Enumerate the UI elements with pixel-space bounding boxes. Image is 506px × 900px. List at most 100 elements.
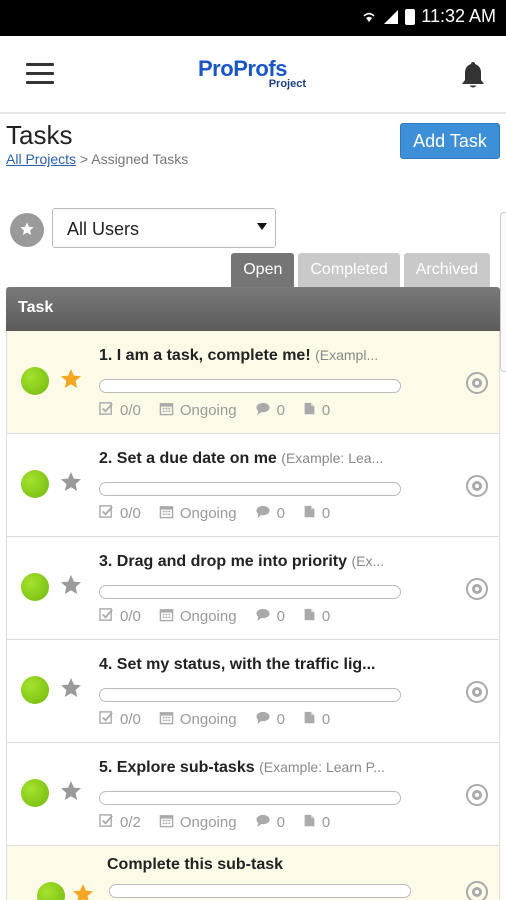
task-due-date-group: Ongoing bbox=[159, 710, 237, 729]
task-checklist-count: 0/0 bbox=[120, 402, 141, 419]
task-comment-count: 0 bbox=[276, 505, 285, 522]
filter-row: All Users bbox=[0, 208, 506, 252]
breadcrumb-separator: > bbox=[79, 151, 89, 167]
star-icon[interactable] bbox=[59, 470, 83, 499]
task-column-header: Task bbox=[18, 299, 54, 316]
status-traffic-light[interactable] bbox=[21, 779, 49, 807]
task-settings-icon[interactable] bbox=[465, 577, 489, 606]
logo-subtitle: Project bbox=[268, 78, 306, 90]
star-icon[interactable] bbox=[59, 779, 83, 808]
file-icon bbox=[303, 710, 316, 729]
proprofs-logo[interactable]: ProProfs Project bbox=[198, 56, 310, 96]
comment-icon bbox=[255, 813, 271, 832]
task-title[interactable]: 3. Drag and drop me into priority (Ex... bbox=[99, 553, 409, 571]
task-project-hint: (Exampl... bbox=[315, 347, 379, 363]
task-comment-count: 0 bbox=[276, 711, 285, 728]
add-task-button[interactable]: Add Task bbox=[400, 123, 500, 159]
status-traffic-light[interactable] bbox=[37, 882, 65, 900]
status-traffic-light[interactable] bbox=[21, 367, 49, 395]
checklist-icon bbox=[99, 813, 114, 832]
file-icon bbox=[303, 607, 316, 626]
task-row[interactable]: 2. Set a due date on me (Example: Lea...… bbox=[6, 434, 500, 537]
task-progress-bar bbox=[99, 688, 401, 702]
task-checklist-count-group: 0/0 bbox=[99, 504, 141, 523]
checklist-icon bbox=[99, 607, 114, 626]
page-header: Tasks All Projects > Assigned Tasks Add … bbox=[0, 116, 506, 176]
bell-icon[interactable] bbox=[460, 60, 486, 90]
task-title[interactable]: 5. Explore sub-tasks (Example: Learn P..… bbox=[99, 759, 409, 777]
status-traffic-light[interactable] bbox=[21, 573, 49, 601]
task-comment-count: 0 bbox=[276, 402, 285, 419]
hamburger-icon[interactable] bbox=[26, 63, 54, 85]
breadcrumb-all-projects-link[interactable]: All Projects bbox=[6, 151, 76, 167]
status-traffic-light[interactable] bbox=[21, 470, 49, 498]
star-icon[interactable] bbox=[59, 676, 83, 705]
task-tabs: Open Completed Archived bbox=[231, 253, 490, 287]
subtask-settings-icon[interactable] bbox=[465, 880, 489, 900]
user-select[interactable]: All Users bbox=[52, 208, 276, 248]
task-file-count-group: 0 bbox=[303, 710, 330, 729]
battery-icon bbox=[405, 8, 416, 25]
tab-completed[interactable]: Completed bbox=[298, 253, 400, 287]
star-icon[interactable] bbox=[59, 573, 83, 602]
favorites-filter-button[interactable] bbox=[10, 213, 44, 247]
status-time: 11:32 AM bbox=[421, 6, 496, 26]
task-progress-bar bbox=[99, 482, 401, 496]
breadcrumb: All Projects > Assigned Tasks bbox=[6, 151, 188, 167]
task-list: 1. I am a task, complete me! (Exampl... 0… bbox=[6, 331, 500, 900]
tab-open[interactable]: Open bbox=[231, 253, 295, 287]
task-checklist-count-group: 0/0 bbox=[99, 607, 141, 626]
task-comment-count-group: 0 bbox=[255, 504, 285, 523]
task-row[interactable]: 4. Set my status, with the traffic lig..… bbox=[6, 640, 500, 743]
task-title[interactable]: 4. Set my status, with the traffic lig..… bbox=[99, 656, 409, 674]
task-comment-count-group: 0 bbox=[255, 401, 285, 420]
task-comment-count: 0 bbox=[276, 814, 285, 831]
task-checklist-count-group: 0/2 bbox=[99, 813, 141, 832]
task-file-count: 0 bbox=[321, 505, 331, 522]
task-meta: 0/0 Ongoing 0 0 bbox=[99, 710, 348, 729]
star-filled-icon[interactable] bbox=[59, 367, 83, 396]
task-progress-bar bbox=[99, 585, 401, 599]
calendar-icon bbox=[159, 401, 174, 420]
task-due-date: Ongoing bbox=[179, 814, 237, 831]
calendar-icon bbox=[159, 504, 174, 523]
star-filled-icon[interactable] bbox=[71, 882, 95, 900]
calendar-icon bbox=[159, 607, 174, 626]
task-due-date-group: Ongoing bbox=[159, 401, 237, 420]
task-due-date: Ongoing bbox=[179, 608, 237, 625]
task-row[interactable]: 5. Explore sub-tasks (Example: Learn P..… bbox=[6, 743, 500, 846]
calendar-icon bbox=[159, 710, 174, 729]
task-project-hint: (Example: Lea... bbox=[281, 450, 384, 466]
task-meta: 0/0 Ongoing 0 0 bbox=[99, 401, 348, 420]
task-meta: 0/0 Ongoing 0 0 bbox=[99, 607, 348, 626]
task-settings-icon[interactable] bbox=[465, 371, 489, 400]
task-file-count-group: 0 bbox=[303, 607, 330, 626]
task-progress-bar bbox=[99, 791, 401, 805]
task-checklist-count: 0/0 bbox=[120, 505, 141, 522]
task-settings-icon[interactable] bbox=[465, 474, 489, 503]
task-file-count: 0 bbox=[321, 711, 331, 728]
task-checklist-count: 0/0 bbox=[120, 711, 141, 728]
task-project-hint: (Example: Learn P... bbox=[259, 759, 385, 775]
file-icon bbox=[303, 401, 316, 420]
task-settings-icon[interactable] bbox=[465, 680, 489, 709]
wifi-icon bbox=[363, 12, 375, 22]
tab-archived[interactable]: Archived bbox=[403, 253, 490, 287]
task-row[interactable]: 1. I am a task, complete me! (Exampl... 0… bbox=[6, 331, 500, 434]
user-select-value: All Users bbox=[67, 219, 140, 239]
subtask-row[interactable]: Complete this sub-task bbox=[6, 846, 500, 900]
task-row[interactable]: 3. Drag and drop me into priority (Ex...… bbox=[6, 537, 500, 640]
task-comment-count: 0 bbox=[276, 608, 285, 625]
calendar-icon bbox=[159, 813, 174, 832]
side-panel-handle[interactable] bbox=[500, 212, 506, 372]
subtask-title[interactable]: Complete this sub-task bbox=[107, 856, 417, 874]
task-title[interactable]: 1. I am a task, complete me! (Exampl... bbox=[99, 347, 409, 365]
task-name: 2. Set a due date on me bbox=[99, 450, 277, 467]
task-settings-icon[interactable] bbox=[465, 783, 489, 812]
task-comment-count-group: 0 bbox=[255, 710, 285, 729]
status-traffic-light[interactable] bbox=[21, 676, 49, 704]
task-title[interactable]: 2. Set a due date on me (Example: Lea... bbox=[99, 450, 409, 468]
task-progress-bar bbox=[99, 379, 401, 393]
comment-icon bbox=[255, 607, 271, 626]
comment-icon bbox=[255, 710, 271, 729]
